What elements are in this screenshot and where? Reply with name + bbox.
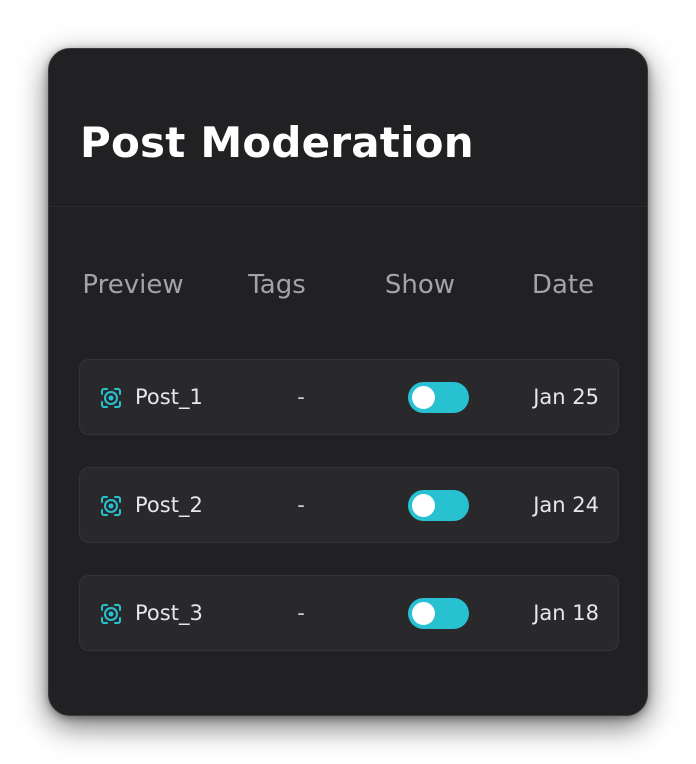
post-list: Post_1 - Jan 25 Post_2 - Jan 24 Post_3 -…: [79, 359, 619, 683]
card-header: Post Moderation: [49, 49, 647, 207]
post-date: Jan 18: [533, 601, 599, 625]
column-header-show: Show: [384, 270, 456, 300]
table-row[interactable]: Post_3 - Jan 18: [79, 575, 619, 651]
column-header-preview: Preview: [82, 270, 184, 300]
post-name: Post_1: [135, 385, 203, 409]
post-tags: -: [297, 385, 305, 409]
preview-frame-icon[interactable]: [99, 602, 123, 626]
post-name: Post_2: [135, 493, 203, 517]
post-date: Jan 24: [533, 493, 599, 517]
show-toggle[interactable]: [408, 382, 469, 413]
table-row[interactable]: Post_2 - Jan 24: [79, 467, 619, 543]
post-tags: -: [297, 601, 305, 625]
preview-frame-icon[interactable]: [99, 386, 123, 410]
post-moderation-card: Post Moderation Preview Tags Show Date P…: [48, 48, 648, 716]
post-tags: -: [297, 493, 305, 517]
table-header: Preview Tags Show Date: [49, 265, 647, 305]
post-date: Jan 25: [533, 385, 599, 409]
show-toggle[interactable]: [408, 598, 469, 629]
post-name: Post_3: [135, 601, 203, 625]
toggle-knob: [412, 494, 435, 517]
table-row[interactable]: Post_1 - Jan 25: [79, 359, 619, 435]
column-header-date: Date: [531, 270, 595, 300]
preview-frame-icon[interactable]: [99, 494, 123, 518]
toggle-knob: [412, 602, 435, 625]
column-header-tags: Tags: [248, 270, 306, 300]
show-toggle[interactable]: [408, 490, 469, 521]
page-title: Post Moderation: [80, 118, 474, 167]
toggle-knob: [412, 386, 435, 409]
